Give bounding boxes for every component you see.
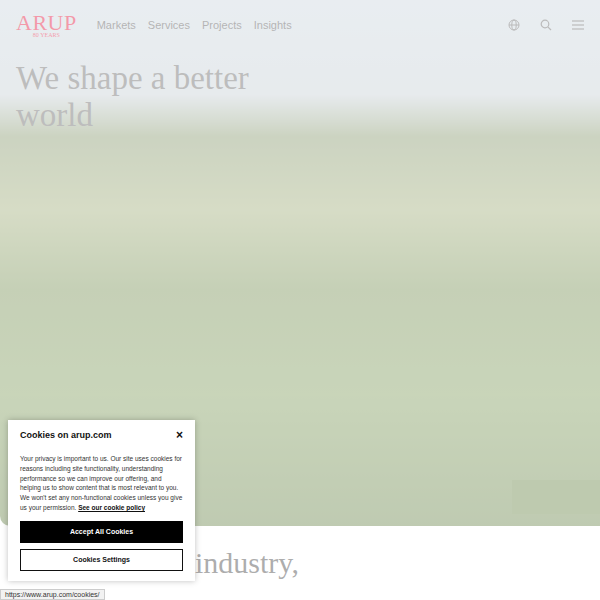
- cookie-button[interactable]: Cookies Settings: [20, 549, 183, 571]
- cookie-button[interactable]: Accept All Cookies: [20, 521, 183, 543]
- cookie-title: Cookies on arup.com: [20, 430, 112, 440]
- cookie-text: Your privacy is important to us. Our sit…: [20, 454, 183, 513]
- status-bar: https://www.arup.com/cookies/: [0, 589, 105, 600]
- page: ARUP80 YEARSMarketsServicesProjectsInsig…: [0, 0, 600, 600]
- cookie-dialog: Cookies on arup.com × Your privacy is impo…: [8, 420, 195, 581]
- close-button[interactable]: ×: [176, 428, 183, 442]
- cookie-policy-link[interactable]: See our cookie policy: [78, 504, 145, 511]
